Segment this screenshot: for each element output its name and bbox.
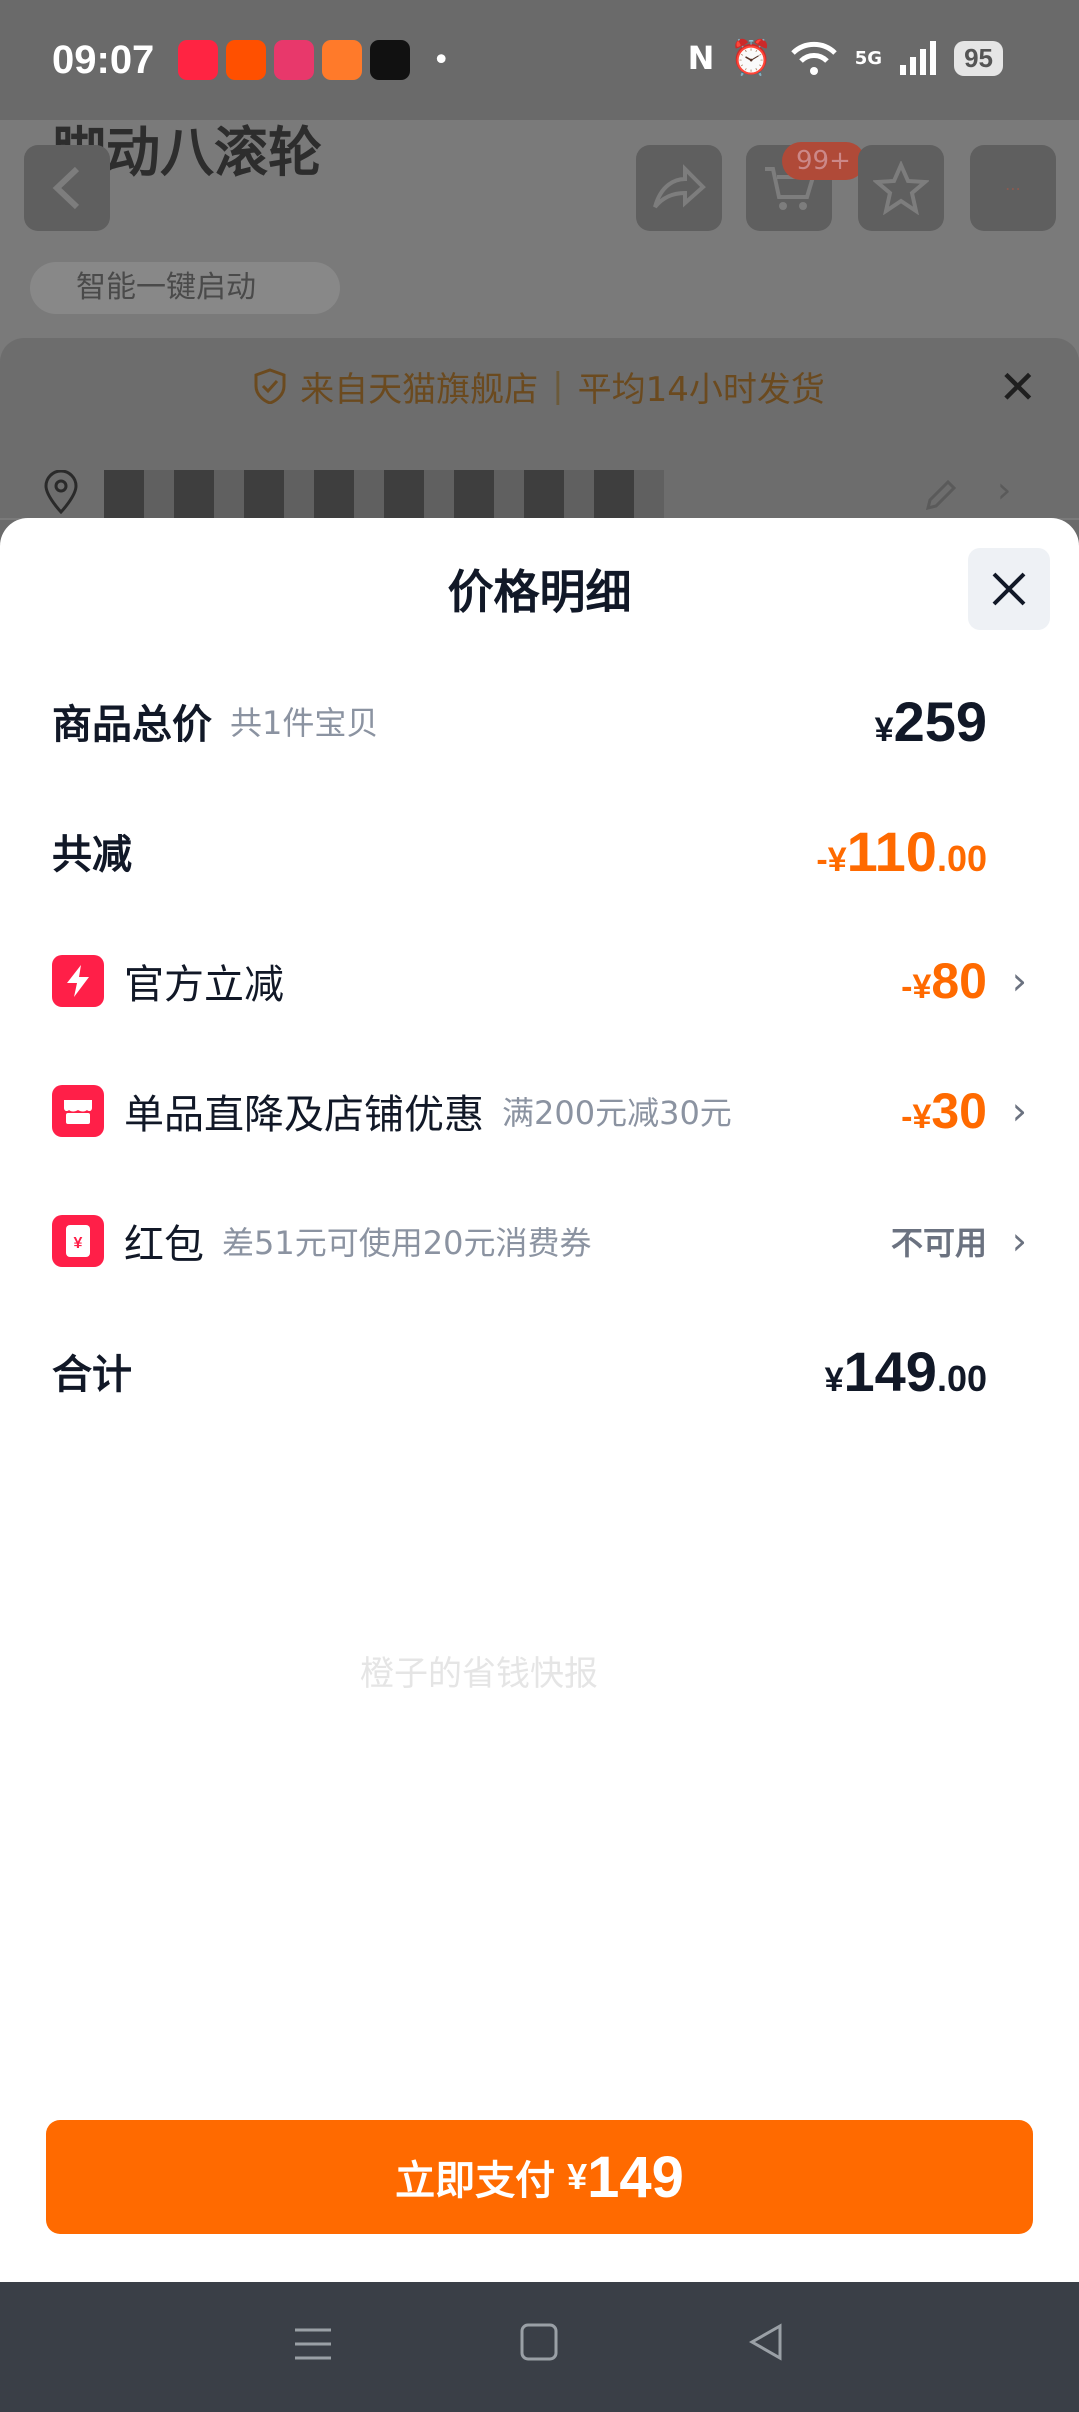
taobao-icon: [226, 40, 267, 80]
pay-amount: 149: [587, 2144, 684, 2210]
goods-total-label: 商品总价: [52, 702, 212, 748]
row-goods-total: 商品总价 共1件宝贝 ¥ 259: [52, 686, 1027, 756]
tiktok-icon: [370, 40, 411, 80]
currency-symbol: ¥: [874, 710, 894, 749]
row-total-discount: 共减 -¥ 110 .00: [52, 816, 1027, 886]
more-button: ⋯: [970, 145, 1056, 231]
red-packet-condition: 差51元可使用20元消费券: [222, 1224, 592, 1262]
address-text-redacted: [104, 470, 664, 518]
shop-discount-rule: 满200元减30元: [502, 1094, 732, 1132]
home-square-icon: [520, 2323, 558, 2360]
pay-currency: ¥: [567, 2156, 588, 2197]
row-official-discount[interactable]: 官方立减 -¥ 80 ›: [52, 946, 1027, 1016]
goods-total-value: ¥ 259: [875, 689, 987, 754]
row-red-packet[interactable]: ¥ 红包 差51元可使用20元消费券 不可用 ›: [52, 1206, 1027, 1276]
signal-label: 5G: [854, 47, 883, 69]
nfc-icon: N: [687, 39, 715, 77]
address-row: ›: [42, 470, 1042, 520]
red-packet-label: 红包: [124, 1222, 204, 1268]
pay-now-button[interactable]: 立即支付 ¥ 149: [46, 2120, 1033, 2234]
price-detail-sheet: 价格明细 商品总价 共1件宝贝 ¥ 259 共减 -¥ 110 .00 官方立减…: [0, 518, 1079, 2282]
status-icons: N ⏰ 5G 95: [688, 38, 1003, 78]
red-packet-status: 不可用: [890, 1225, 987, 1261]
goods-count: 共1件宝贝: [230, 704, 379, 742]
battery-level: 95: [954, 40, 1003, 76]
goods-total-amount: 259: [893, 689, 987, 753]
sheet-title: 价格明细: [447, 565, 632, 619]
cart-badge: 99+: [782, 142, 865, 180]
official-discount-value: -¥ 80: [901, 952, 987, 1010]
more-icon: ⋯: [1005, 178, 1021, 198]
taobao-games-icon: [274, 40, 315, 80]
watermark: 橙子的省钱快报: [360, 1654, 598, 1694]
shipping-text: 平均14小时发货: [577, 369, 825, 410]
divider: |: [552, 366, 564, 406]
sum-amount: 149: [843, 1339, 937, 1403]
edit-icon: [925, 479, 957, 511]
chevron-left-icon: [52, 166, 80, 210]
shop-source-text: 来自天猫旗舰店: [300, 369, 539, 410]
chevron-right-icon: ›: [1011, 1219, 1027, 1263]
row-sum: 合计 ¥ 149 .00: [52, 1336, 1027, 1406]
lightning-icon: [52, 955, 104, 1007]
shop-icon: [52, 1085, 104, 1137]
row-shop-discount[interactable]: 单品直降及店铺优惠 满200元减30元 -¥ 30 ›: [52, 1076, 1027, 1146]
sum-value: ¥ 149 .00: [825, 1339, 987, 1404]
shop-discount-label: 单品直降及店铺优惠: [124, 1092, 484, 1138]
sum-decimal: .00: [936, 1357, 987, 1399]
shop-info-banner: 来自天猫旗舰店 | 平均14小时发货: [0, 350, 1079, 422]
close-button[interactable]: [968, 548, 1050, 630]
star-icon: [873, 161, 929, 215]
close-icon: [992, 572, 1026, 606]
shop-discount-amount: 30: [931, 1083, 987, 1139]
total-discount-value: -¥ 110 .00: [816, 819, 987, 884]
sum-label: 合计: [52, 1352, 132, 1398]
chevron-right-icon: ›: [997, 470, 1012, 511]
system-navigation-bar: [0, 2282, 1079, 2412]
official-prefix: -¥: [901, 968, 932, 1006]
svg-text:¥: ¥: [74, 1235, 83, 1252]
share-icon: [653, 164, 706, 209]
banner-close-icon: ✕: [998, 360, 1037, 414]
back-button: [24, 145, 110, 231]
home-nav-button[interactable]: [519, 2322, 559, 2373]
chevron-right-icon: ›: [1011, 959, 1027, 1003]
red-packet-icon: ¥: [52, 1215, 104, 1267]
back-triangle-icon: [748, 2322, 782, 2361]
alarm-icon: ⏰: [730, 38, 773, 78]
menu-nav-button[interactable]: [293, 2322, 333, 2373]
status-bar: 09:07 • N ⏰ 5G 95: [0, 0, 1079, 120]
total-discount-label: 共减: [52, 832, 132, 878]
status-time: 09:07: [52, 37, 155, 82]
signal-icon: [900, 41, 937, 75]
taobao-mall-icon: [322, 40, 363, 80]
more-notifications-dot: •: [432, 42, 451, 78]
total-discount-decimal: .00: [936, 837, 987, 879]
discount-prefix: -¥: [816, 840, 847, 879]
shop-prefix: -¥: [901, 1098, 932, 1136]
official-discount-label: 官方立减: [124, 962, 284, 1008]
share-button: [636, 145, 722, 231]
official-discount-amount: 80: [931, 953, 987, 1009]
feature-chip: 智能一键启动: [30, 262, 340, 314]
favorite-button: [858, 145, 944, 231]
chevron-right-icon: ›: [1011, 1089, 1027, 1133]
menu-icon: [295, 2328, 332, 2359]
xiaohongshu-icon: [178, 40, 219, 80]
pay-button-label: 立即支付: [395, 2158, 556, 2204]
shield-check-icon: [254, 368, 286, 404]
sum-currency: ¥: [824, 1360, 844, 1399]
total-discount-amount: 110: [846, 819, 937, 883]
wifi-icon: [791, 41, 837, 75]
shop-discount-value: -¥ 30: [901, 1082, 987, 1140]
back-nav-button[interactable]: [746, 2322, 786, 2373]
location-pin-icon: [44, 470, 78, 514]
